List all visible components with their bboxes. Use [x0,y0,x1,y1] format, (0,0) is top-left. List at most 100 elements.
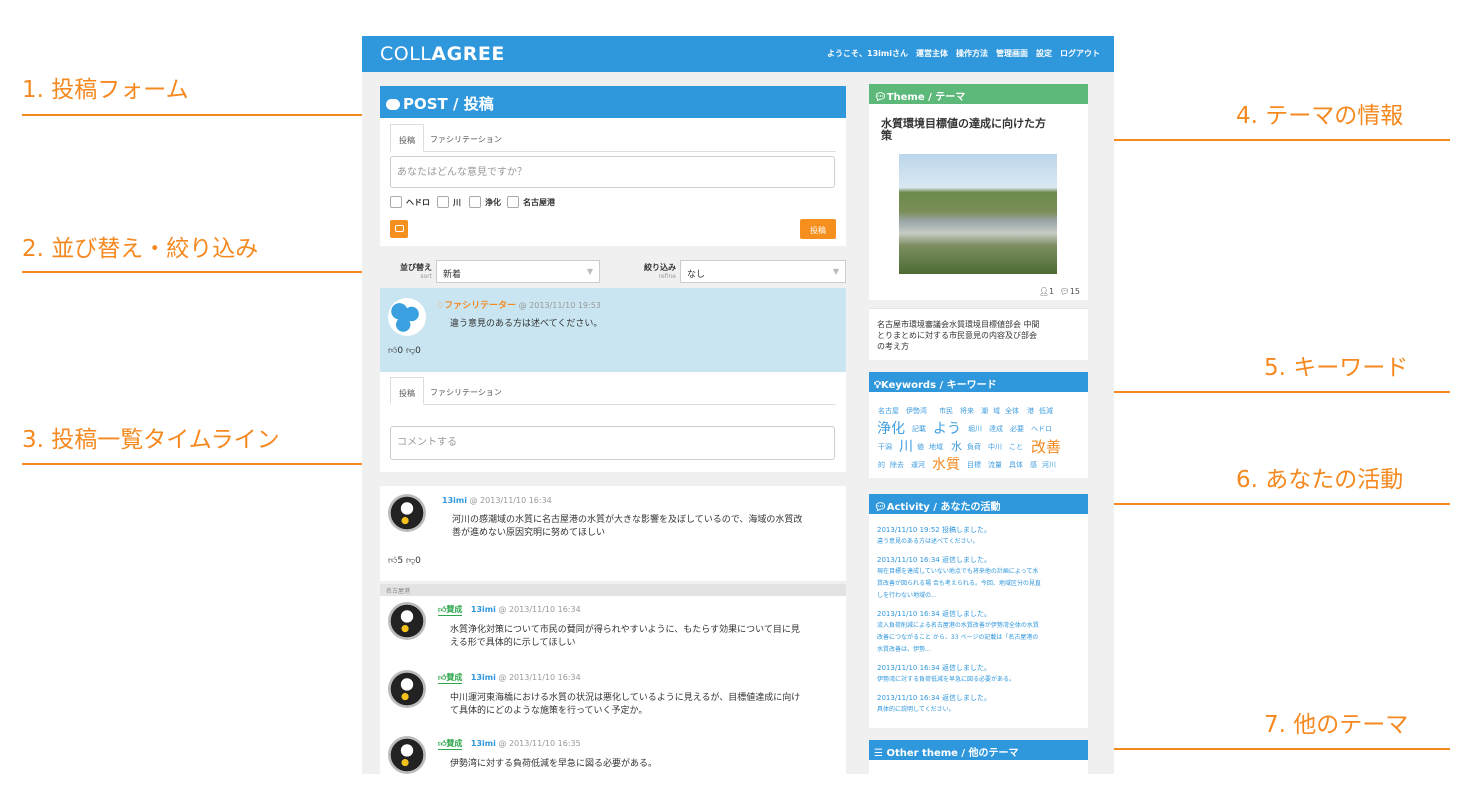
keyword[interactable]: 伊勢湾 [906,406,927,416]
activity-item-head: 2013/11/10 19:52 投稿しました。 [877,526,991,534]
tab-facilitation[interactable]: ファシリテーション [422,124,510,152]
keyword[interactable]: 市民 [939,406,953,416]
keyword[interactable]: 目標 [967,460,981,470]
reply-text: 中川運河東海橋における水質の状況は悪化しているように見えるが、目標値達成に向け … [450,692,800,718]
keyword[interactable]: 必要 [1010,424,1024,434]
keyword[interactable]: 河川 [1042,460,1056,470]
keyword[interactable]: こと [1009,442,1023,452]
keyword[interactable]: 流量 [988,460,1002,470]
keyword[interactable]: 域 [993,406,1000,416]
arrow-theme-info [1088,134,1450,146]
activity-item[interactable]: 2013/11/10 16:34 返信しました。 現在目標を達成していない地点で… [877,554,1082,602]
thread-tag-bar: 名古屋港 [380,584,846,596]
checkbox-box[interactable] [507,196,519,208]
tab-post[interactable]: 投稿 [390,377,424,405]
keyword[interactable]: 具体 [1009,460,1023,470]
arrow-activity [1088,498,1450,510]
activity-item[interactable]: 2013/11/10 16:34 返信しました。 伊勢湾に対する負荷低減を早急に… [877,662,1082,686]
activity-item[interactable]: 2013/11/10 16:34 返信しました。 具体的に説明してください。 [877,692,1082,716]
tab-post[interactable]: 投稿 [390,124,424,152]
user-name[interactable]: 13imi [442,496,467,505]
chevron-down-icon: ▼ [832,267,839,276]
keyword[interactable]: 中川 [988,442,1002,452]
tag-checkbox-nagoyako[interactable]: 名古屋港 [507,196,555,208]
tab-facilitation[interactable]: ファシリテーション [422,377,510,405]
keyword[interactable]: 潮 [981,406,988,416]
keyword[interactable]: 的 [878,460,885,470]
nav-settings[interactable]: 設定 [1036,48,1052,59]
tag-checkbox-river[interactable]: 川 [437,196,461,208]
facilitator-icon: ♢ [436,301,445,311]
nav-operator[interactable]: 運営主体 [916,48,948,59]
post-header: POST / 投稿 [380,86,846,118]
activity-item[interactable]: 2013/11/10 16:34 返信しました。 流入負荷削減による名古屋港の水… [877,608,1082,656]
keyword[interactable]: よう [933,418,961,438]
keyword[interactable]: 水質 [932,454,960,474]
activity-item-text: 流入負荷削減による名古屋港の水質改善が伊勢湾全体の水質 [877,622,1039,629]
submit-post-button[interactable]: 投稿 [800,219,836,239]
checkbox-box[interactable] [437,196,449,208]
refine-select[interactable]: なし ▼ [680,260,846,283]
comment-input[interactable]: コメントする [390,426,835,460]
reply-text: 水質浄化対策について市民の賛同が得られやすいように、もたらす効果について目に見 … [450,624,800,650]
keyword[interactable]: 堀川 [968,424,982,434]
nav-howto[interactable]: 操作方法 [956,48,988,59]
user-name[interactable]: 13imi [471,605,496,614]
theme-title[interactable]: 水質環境目標値の達成に向けた方 策 [881,118,1081,142]
keyword[interactable]: 全体 [1005,406,1019,416]
keyword[interactable]: 達成 [989,424,1003,434]
logo[interactable]: COLLAGREE [380,43,505,65]
theme-panel: 水質環境目標値の達成に向けた方 策 👤︎1 💬︎15 [869,104,1088,300]
post-textarea[interactable]: あなたはどんな意見ですか？ [390,156,835,188]
sort-label-text: 並び替え [400,263,432,272]
camera-button[interactable] [390,220,408,238]
keyword[interactable]: 浄化 [877,418,905,438]
user-name[interactable]: 13imi [471,739,496,748]
keyword[interactable]: 低減 [1039,406,1053,416]
keyword[interactable]: 記載 [912,424,926,434]
keyword[interactable]: 感 [1030,460,1037,470]
reply-meta: 👍︎賛成 13imi @ 2013/11/10 16:34 [438,672,581,684]
facilitator-name[interactable]: ファシリテーター [444,301,516,311]
other-themes-header[interactable]: ☰ Other theme / 他のテーマ [869,740,1088,760]
keywords-header-title: Keywords / キーワード [881,380,997,391]
user-name[interactable]: 13imi [471,673,496,682]
agree-label: 賛成 [446,605,463,614]
keyword[interactable]: 干潟 [878,442,892,452]
sort-select[interactable]: 新着 ▼ [436,260,600,283]
agree-label: 賛成 [446,673,463,682]
activity-item-text: 現在目標を達成していない地点でも将来他の計画によって水 [877,568,1039,575]
thumbs-down-icon[interactable]: 👎︎ [406,346,415,356]
arrow-sort-filter [22,266,378,278]
avatar [388,736,426,774]
tag-checkbox-purify[interactable]: 浄化 [469,196,501,208]
keyword[interactable]: 負荷 [967,442,981,452]
comment-icon: 💬︎ [1059,287,1070,296]
keyword[interactable]: 港 [1027,406,1034,416]
post-meta: 13imi @ 2013/11/10 16:34 [442,496,552,505]
thumbs-up-icon[interactable]: 👍︎ [388,346,397,356]
dislike-count: 0 [415,556,421,566]
nav-admin[interactable]: 管理画面 [996,48,1028,59]
keyword[interactable]: 川 [899,436,913,456]
keyword[interactable]: 運河 [911,460,925,470]
keyword[interactable]: 値 [917,442,924,452]
keyword[interactable]: 地域 [929,442,943,452]
keyword[interactable]: ヘドロ [1031,424,1052,434]
comment-count: 15 [1069,287,1080,296]
tag-label: 浄化 [485,197,501,207]
theme-stats: 👤︎1 💬︎15 [1039,287,1080,296]
thumbs-up-icon[interactable]: 👍︎ [388,556,397,566]
keyword[interactable]: 名古屋 [878,406,899,416]
keyword[interactable]: 水 [951,438,962,454]
checkbox-box[interactable] [469,196,481,208]
thumbs-down-icon[interactable]: 👎︎ [406,556,415,566]
keyword[interactable]: 将来 [960,406,974,416]
activity-item[interactable]: 2013/11/10 19:52 投稿しました。 違う意見のある方は述べてくださ… [877,524,1082,548]
checkbox-box[interactable] [390,196,402,208]
keyword[interactable]: 改善 [1031,436,1061,457]
keyword[interactable]: 除去 [890,460,904,470]
nav-logout[interactable]: ログアウト [1060,48,1100,59]
tag-checkbox-hedoro[interactable]: ヘドロ [390,196,430,208]
agree-badge: 👍︎賛成 [438,739,463,750]
